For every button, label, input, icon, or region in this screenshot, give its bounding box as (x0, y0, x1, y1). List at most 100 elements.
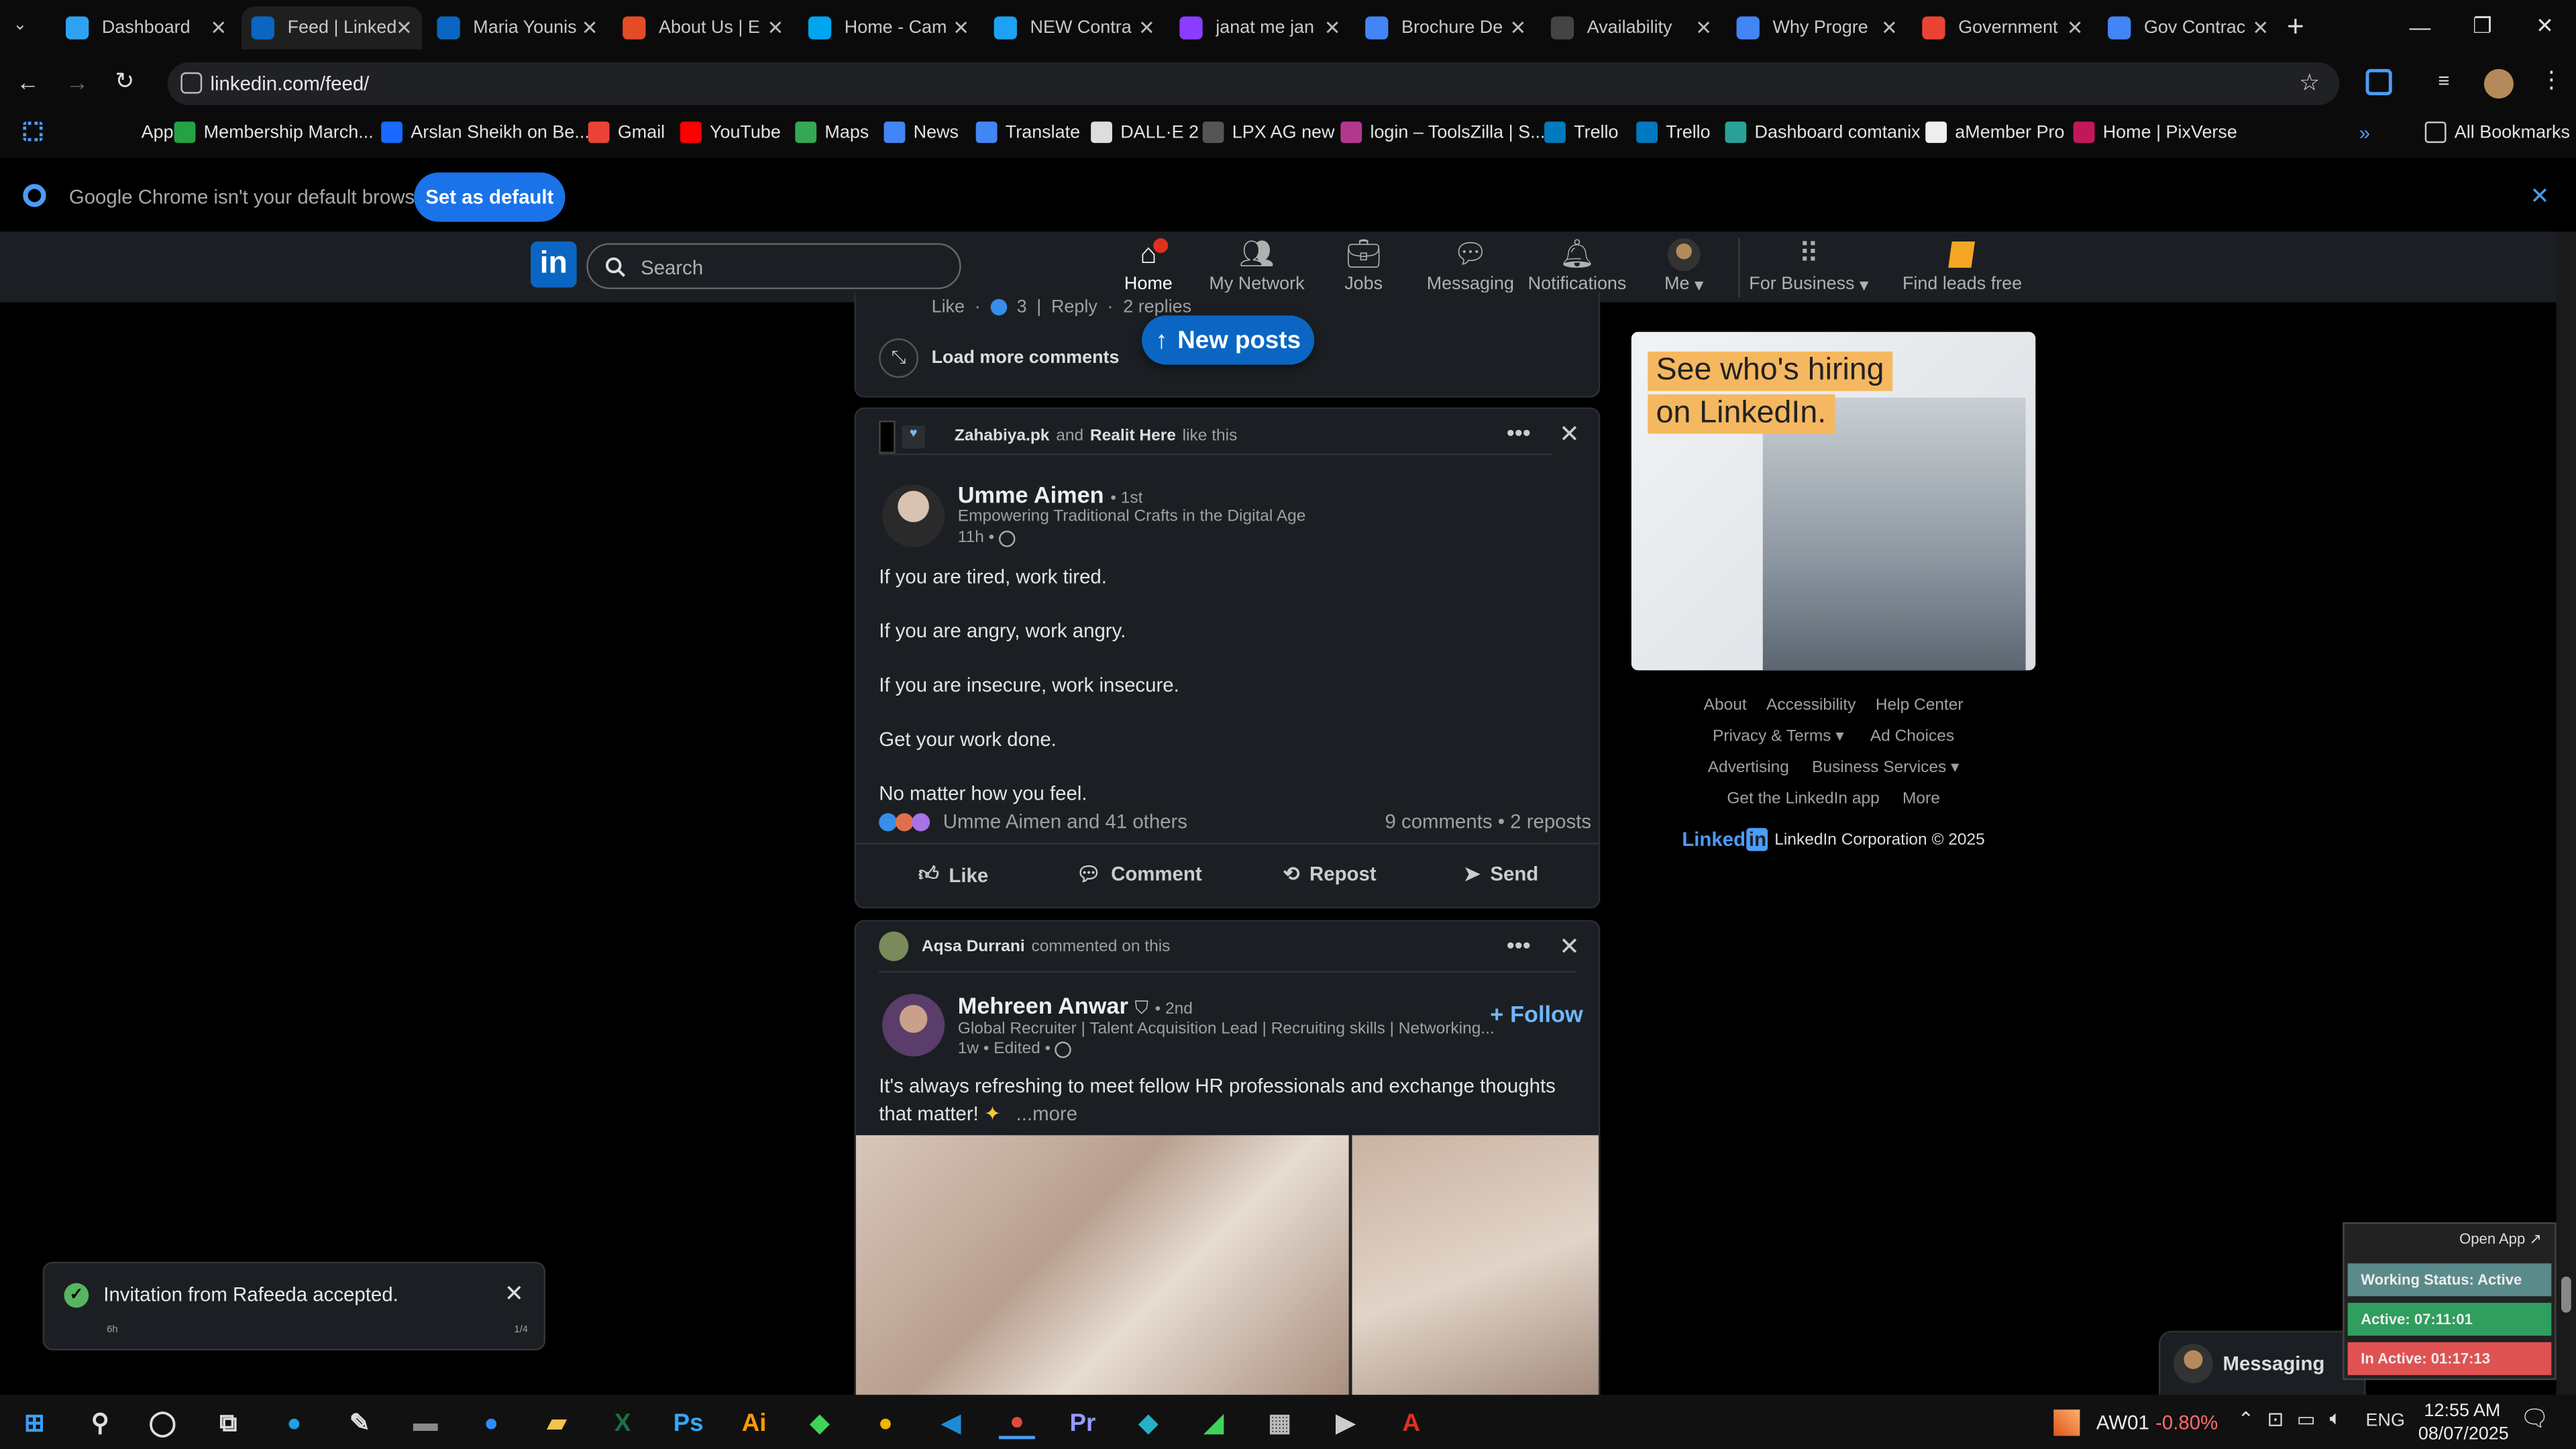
context-name-a[interactable]: Zahabiya.pk (955, 427, 1050, 445)
scrollbar-thumb[interactable] (2561, 1276, 2571, 1313)
browser-tab[interactable]: janat me jan ✕ (1170, 7, 1350, 50)
reply-link[interactable]: Reply (1051, 297, 1097, 317)
chrome-active-icon[interactable]: ● (998, 1406, 1035, 1440)
close-infobar-icon[interactable]: ✕ (2530, 182, 2549, 211)
all-bookmarks[interactable]: All Bookmarks (2424, 121, 2570, 144)
tab-close-icon[interactable]: ✕ (1509, 16, 1526, 39)
send-button[interactable]: ➤ Send (1464, 863, 1538, 885)
tab-close-icon[interactable]: ✕ (1881, 16, 1898, 39)
nav-bell[interactable]: 🔔︎ Notifications (1519, 238, 1634, 301)
tab-close-icon[interactable]: ✕ (2067, 16, 2084, 39)
bookmark-item[interactable]: Membership March... (174, 121, 374, 144)
media-icon[interactable]: ≡ (2438, 69, 2449, 92)
author-avatar[interactable] (882, 994, 945, 1057)
follow-button[interactable]: + Follow (1490, 1000, 1582, 1026)
nav-jobs[interactable]: 💼︎ Jobs (1306, 238, 1421, 301)
back-icon[interactable]: ← (16, 69, 39, 95)
bookmark-item[interactable]: Dashboard comtanix (1725, 121, 1921, 144)
minimize-button[interactable]: — (2389, 0, 2451, 52)
bookmark-item[interactable]: Arslan Sheikh on Be... (381, 121, 590, 144)
apps-grid-icon[interactable] (23, 121, 51, 142)
tab-close-icon[interactable]: ✕ (953, 16, 969, 39)
context-name[interactable]: Aqsa Durrani (922, 937, 1025, 955)
media-player-icon[interactable]: ▶ (1328, 1406, 1364, 1439)
site-info-icon[interactable] (180, 72, 203, 94)
notifications-tray-icon[interactable]: 🗨︎ (2520, 1405, 2550, 1433)
task-view-icon[interactable]: ⧉ (210, 1406, 246, 1439)
search-input[interactable]: Search (586, 243, 961, 290)
dismiss-post-icon[interactable]: ✕ (1559, 932, 1580, 961)
terminal-icon[interactable]: ▬ (407, 1406, 443, 1439)
more-options-icon[interactable]: ••• (1507, 932, 1531, 958)
footer-link[interactable]: Privacy & Terms ▾ (1713, 728, 1844, 746)
restore-button[interactable]: ❐ (2451, 0, 2514, 52)
post-image[interactable] (855, 1135, 1349, 1411)
browser-tab[interactable]: Why Progre ✕ (1727, 7, 1907, 50)
extensions-icon[interactable] (2365, 68, 2392, 96)
nav-home[interactable]: ⌂ Home (1091, 238, 1206, 301)
new-posts-button[interactable]: ↑ New posts (1142, 315, 1315, 365)
tab-close-icon[interactable]: ✕ (1324, 16, 1341, 39)
bookmark-item[interactable]: Home | PixVerse (2073, 121, 2237, 144)
nav-avatar[interactable]: Me ▾ (1627, 238, 1741, 301)
load-more-comments[interactable]: ⤡ Load more comments (879, 338, 1120, 378)
post-image[interactable] (1352, 1135, 1599, 1411)
photoshop-icon[interactable]: Ps (670, 1406, 706, 1439)
bookmark-item[interactable]: YouTube (680, 121, 781, 144)
author-avatar[interactable] (882, 484, 945, 547)
nav-network[interactable]: 👥︎ My Network (1199, 238, 1314, 301)
nav-messaging[interactable]: 💬︎ Messaging (1413, 238, 1527, 301)
chrome-icon[interactable]: ● (867, 1406, 904, 1439)
browser-tab[interactable]: Feed | LinkedIn✕ (241, 6, 423, 50)
bookmark-item[interactable]: LPX AG new (1202, 121, 1335, 144)
tab-close-icon[interactable]: ✕ (2252, 16, 2269, 39)
browser-tab[interactable]: Availability ✕ (1541, 7, 1721, 50)
premiere-icon[interactable]: Pr (1065, 1406, 1101, 1439)
pen-icon[interactable]: ✎ (341, 1406, 378, 1439)
bookmark-item[interactable]: Trello (1636, 121, 1711, 144)
file-explorer-icon[interactable]: ▰ (539, 1406, 575, 1439)
bookmark-item[interactable]: Apps (112, 121, 182, 143)
language-indicator[interactable]: ENG (2366, 1411, 2405, 1431)
comment-button[interactable]: 💬︎ Comment (1076, 863, 1202, 885)
start-icon[interactable]: ⊞ (16, 1406, 52, 1439)
dismiss-post-icon[interactable]: ✕ (1559, 419, 1580, 449)
browser-tab[interactable]: Dashboard ✕ (56, 7, 236, 50)
close-toast-icon[interactable]: ✕ (504, 1280, 524, 1308)
network-tray-icon[interactable]: ⊡ (2267, 1408, 2284, 1431)
author-name[interactable]: Mehreen Anwar (958, 992, 1128, 1018)
hiring-ad[interactable]: See who's hiring on LinkedIn. (1631, 331, 2036, 671)
bookmark-item[interactable]: DALL·E 2 (1091, 121, 1199, 144)
browser-tab[interactable]: NEW Contra ✕ (984, 7, 1165, 50)
messaging-overlay[interactable]: Messaging (2158, 1330, 2366, 1397)
tab-close-icon[interactable]: ✕ (767, 16, 784, 39)
tab-close-icon[interactable]: ✕ (1138, 16, 1155, 39)
see-more-link[interactable]: ...more (1016, 1102, 1077, 1125)
sublime-icon[interactable]: ◆ (802, 1406, 838, 1439)
cortana-icon[interactable]: ◯ (145, 1406, 181, 1439)
browser-tab[interactable]: Brochure De ✕ (1355, 7, 1536, 50)
footer-link[interactable]: Advertising (1708, 759, 1789, 777)
browser-tab[interactable]: Gov Contrac ✕ (2098, 7, 2278, 50)
wifi-tray-icon[interactable]: ▭ (2297, 1408, 2316, 1431)
more-bookmarks-icon[interactable]: » (2359, 121, 2370, 144)
footer-link[interactable]: Ad Choices (1870, 728, 1954, 746)
address-bar[interactable]: linkedin.com/feed/ ☆ (167, 62, 2340, 105)
comment-like-link[interactable]: Like (932, 297, 965, 317)
calculator-icon[interactable]: ▦ (1262, 1406, 1298, 1439)
menu-icon[interactable]: ⋮ (2540, 66, 2563, 94)
acrobat-icon[interactable]: A (1393, 1406, 1430, 1439)
tab-search-chevron-icon[interactable]: ⌄ (13, 16, 28, 34)
close-window-button[interactable]: ✕ (2514, 0, 2576, 52)
comments-reposts[interactable]: 9 comments • 2 reposts (1385, 810, 1592, 833)
replies-count[interactable]: 2 replies (1123, 297, 1191, 317)
profile-avatar-icon[interactable] (2483, 68, 2514, 99)
reactions-summary[interactable]: Umme Aimen and 41 others (879, 810, 1187, 833)
footer-link[interactable]: About (1704, 696, 1747, 714)
reload-icon[interactable]: ↻ (115, 67, 134, 95)
tab-close-icon[interactable]: ✕ (1695, 16, 1712, 39)
vscode-icon[interactable]: ◀ (933, 1406, 969, 1439)
volume-tray-icon[interactable]: 🔈︎ (2330, 1406, 2342, 1431)
search-icon[interactable]: ⚲ (82, 1406, 118, 1439)
new-tab-button[interactable]: + (2287, 10, 2304, 44)
